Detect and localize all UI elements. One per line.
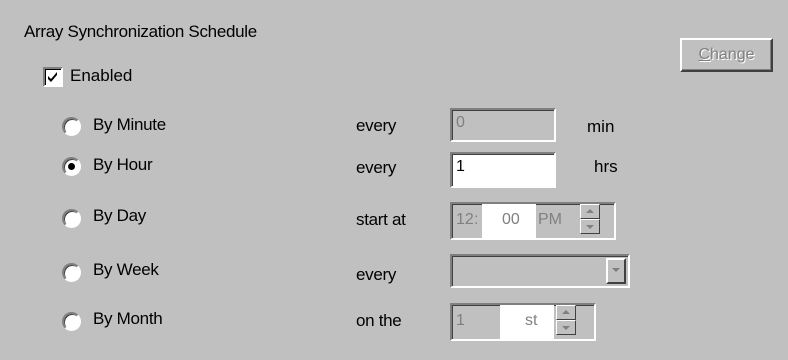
radio-label-by-hour[interactable]: By Hour [93,155,153,175]
week-prompt: every [356,265,397,284]
change-button[interactable]: Change [680,38,773,72]
week-day-dropdown[interactable] [450,254,630,288]
minute-prompt: every [356,116,397,135]
radio-by-day[interactable] [62,209,81,228]
radio-by-week[interactable] [62,263,81,282]
month-spin-down-button[interactable] [556,320,576,335]
enabled-checkbox[interactable] [43,67,63,87]
month-spinner[interactable] [556,305,576,339]
time-minute[interactable]: 00 [502,211,520,229]
radio-by-minute[interactable] [62,117,81,136]
dropdown-button[interactable] [606,258,626,284]
checkmark-icon [48,72,57,82]
radio-by-month[interactable] [62,312,81,331]
radio-label-by-minute[interactable]: By Minute [93,115,166,135]
spin-up-button[interactable] [580,204,600,219]
enabled-label[interactable]: Enabled [70,66,132,86]
month-day-suffix: st [525,312,538,329]
spin-down-button[interactable] [580,219,600,234]
change-button-label: hange [710,46,755,63]
radio-label-by-week[interactable]: By Week [93,260,159,280]
spin-up-icon [562,310,570,314]
minute-interval-field[interactable]: 0 [450,108,556,142]
day-time-picker[interactable]: 12 : 00 PM [450,202,616,240]
hour-prompt: every [356,158,397,177]
month-day-picker[interactable]: 1 st [450,303,596,341]
radio-by-hour[interactable] [62,157,81,176]
time-spinner[interactable] [580,204,600,238]
day-prompt: start at [356,210,406,229]
radio-label-by-month[interactable]: By Month [93,309,163,329]
minute-unit: min [587,117,615,136]
radio-label-by-day[interactable]: By Day [93,206,146,226]
time-ampm[interactable]: PM [538,211,562,229]
group-title: Array Synchronization Schedule [24,22,257,41]
chevron-down-icon [612,268,620,272]
hour-interval-field[interactable]: 1 [450,152,556,188]
spin-up-icon [586,209,594,213]
radio-selected-dot-icon [68,163,75,170]
month-day-value[interactable]: 1 [456,312,465,330]
spin-down-icon [586,225,594,229]
time-separator: : [474,211,479,228]
month-spin-up-button[interactable] [556,305,576,320]
time-hour[interactable]: 12 [456,211,474,229]
change-button-mnemonic: C [698,46,711,63]
month-prompt: on the [356,311,402,330]
spin-down-icon [562,326,570,330]
hour-unit: hrs [594,157,618,176]
